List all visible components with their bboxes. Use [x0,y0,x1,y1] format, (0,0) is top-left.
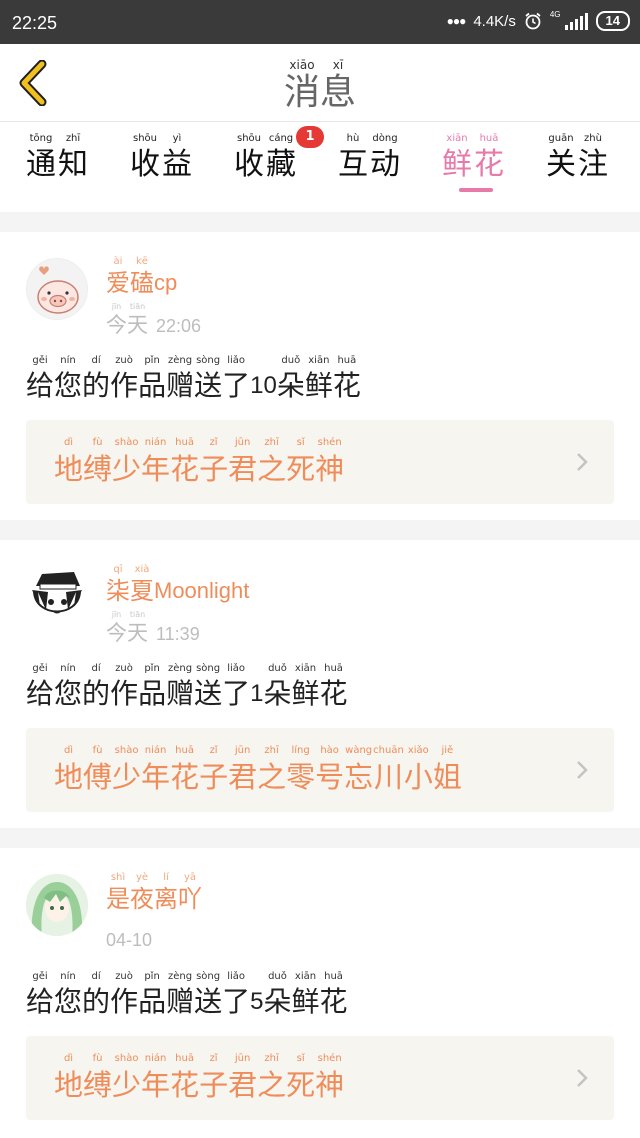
avatar[interactable] [26,566,88,628]
notification-card: ài 爱 kē 磕 cp jīn 今 tiān 天 22:06 gěi 给 nín 您 dí… [0,232,640,520]
page-title: xiāo 消 xī 息 [283,58,357,113]
tab-flowers[interactable]: xiān 鲜 huā 花 [442,132,504,184]
chevron-right-icon [577,1069,588,1087]
flower-count: 1 [250,680,264,707]
timestamp: jīn 今 tiān 天 22:06 [106,302,202,337]
user-name[interactable]: qī 柒 xià 夏 Moonlight [106,564,249,606]
user-name[interactable]: ài 爱 kē 磕 cp [106,256,177,298]
status-bar: 22:25 ●●● 4.4K/s 4G 14 [0,0,640,44]
work-title: dì 地 fù 傅 shào 少 nián 年 huā 花 zǐ 子 jūn 君 zhī 之 l… [54,745,462,794]
tab-earnings[interactable]: shōu 收 yì 益 [130,132,192,184]
network-speed: 4.4K/s [473,12,516,30]
chevron-right-icon [577,453,588,471]
unread-badge: 1 [296,126,324,148]
timestamp: jīn 今 tiān 天 11:39 [106,610,200,645]
network-type: 4G [549,10,561,19]
pig-avatar-icon [37,266,79,314]
timestamp: 04-10 [106,930,153,950]
tab-bar: tōng 通 zhī 知 shōu 收 yì 益 shōu 收 cáng 藏 1 hù 互 d… [0,122,640,212]
tab-interaction[interactable]: hù 互 dòng 动 [338,132,400,184]
work-link[interactable]: dì 地 fù 缚 shào 少 nián 年 huā 花 zǐ 子 jūn 君 zhī 之 s… [26,420,614,504]
anime-avatar-icon [32,572,82,614]
header: xiāo 消 xī 息 [0,44,640,122]
status-icons: ●●● 4.4K/s 4G 14 [447,11,630,31]
notification-card: shì 是 yè 夜 lí 离 yā 吖 04-10 gěi 给 nín 您 dí 的 zuò… [0,848,640,1138]
message-text: gěi 给 nín 您 dí 的 zuò 作 pǐn 品 zèng 赠 sòng 送 liǎo… [26,971,348,1018]
message-text: gěi 给 nín 您 dí 的 zuò 作 pǐn 品 zèng 赠 sòng 送 liǎo… [26,663,348,710]
avatar[interactable] [26,258,88,320]
work-title: dì 地 fù 缚 shào 少 nián 年 huā 花 zǐ 子 jūn 君 zhī 之 s… [54,437,345,486]
avatar[interactable] [26,874,88,936]
battery-icon: 14 [595,11,630,31]
tab-notice[interactable]: tōng 通 zhī 知 [26,132,88,184]
active-tab-indicator [459,188,493,192]
status-time: 22:25 [12,13,58,33]
message-text: gěi 给 nín 您 dí 的 zuò 作 pǐn 品 zèng 赠 sòng 送 liǎo… [26,355,361,402]
tab-favorites[interactable]: shōu 收 cáng 藏 1 [234,126,324,184]
user-name[interactable]: shì 是 yè 夜 lí 离 yā 吖 [106,872,202,914]
signal-icon [564,12,588,30]
green-hair-avatar-icon [26,874,88,936]
chevron-right-icon [577,761,588,779]
notification-card: qī 柒 xià 夏 Moonlight jīn 今 tiān 天 11:39 gěi 给… [0,540,640,828]
work-link[interactable]: dì 地 fù 缚 shào 少 nián 年 huā 花 zǐ 子 jūn 君 zhī 之 s… [26,1036,614,1120]
more-dots-icon: ●●● [446,14,467,28]
flower-count: 5 [250,988,264,1015]
work-title: dì 地 fù 缚 shào 少 nián 年 huā 花 zǐ 子 jūn 君 zhī 之 s… [54,1053,345,1102]
work-link[interactable]: dì 地 fù 傅 shào 少 nián 年 huā 花 zǐ 子 jūn 君 zhī 之 l… [26,728,614,812]
tab-follow[interactable]: guān 关 zhù 注 [546,132,608,184]
flower-count: 10 [250,372,277,399]
alarm-clock-icon [525,12,541,30]
